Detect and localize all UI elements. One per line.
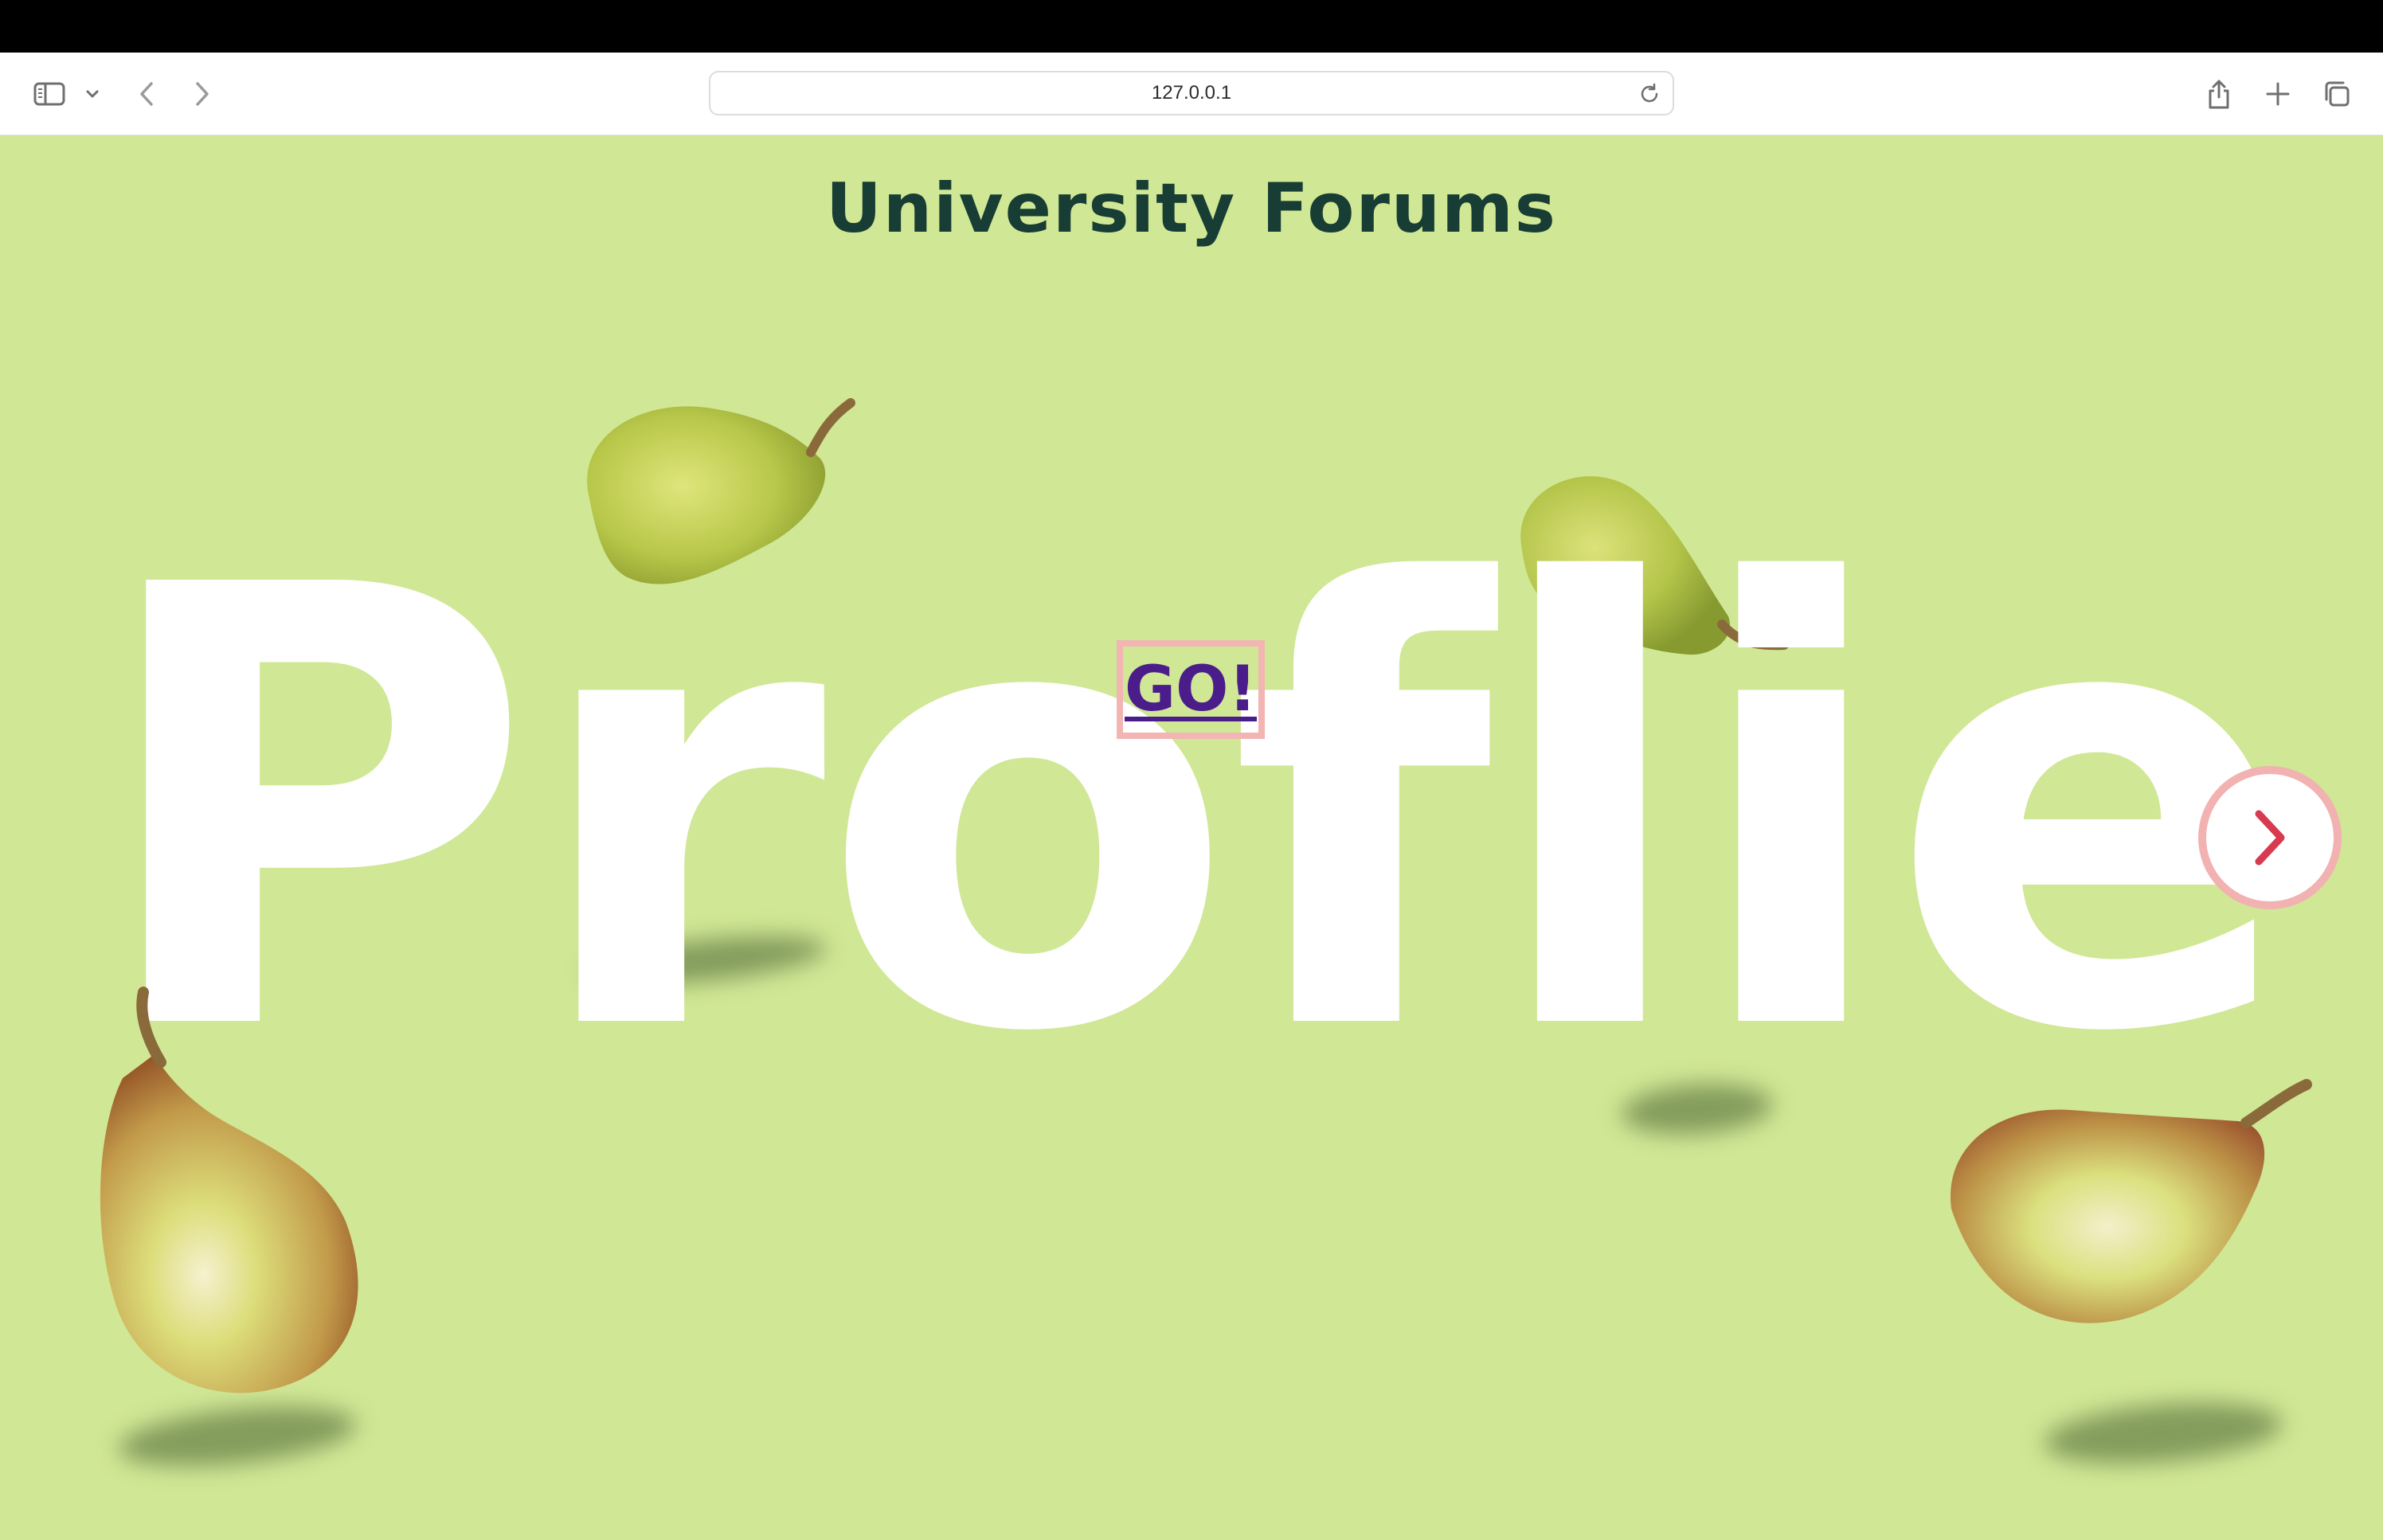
page-content: University Forums Proflie GO! xyxy=(0,135,2383,1540)
share-button[interactable] xyxy=(2203,73,2235,115)
pear-image xyxy=(1951,1079,2312,1323)
tab-overview-button[interactable] xyxy=(2321,73,2353,115)
sidebar-menu-button[interactable] xyxy=(81,73,104,115)
sidebar-icon xyxy=(33,82,65,106)
back-button[interactable] xyxy=(131,73,162,115)
chevron-down-icon xyxy=(86,90,99,98)
new-tab-button[interactable] xyxy=(2262,73,2294,115)
next-slide-button[interactable] xyxy=(2198,766,2342,909)
back-icon xyxy=(140,82,153,106)
reload-icon xyxy=(1641,83,1658,103)
browser-toolbar: 127.0.0.1 xyxy=(0,53,2383,135)
go-link[interactable]: GO! xyxy=(1117,640,1265,739)
pear-shadow xyxy=(2041,1394,2285,1472)
system-menu-bar xyxy=(0,0,2383,53)
chevron-right-icon xyxy=(2255,810,2285,866)
sidebar-toggle-button[interactable] xyxy=(32,73,67,115)
url-text: 127.0.0.1 xyxy=(1151,82,1232,104)
site-title: University Forums xyxy=(826,169,1557,248)
forward-icon xyxy=(196,82,209,106)
pear-image xyxy=(100,987,358,1393)
address-bar[interactable]: 127.0.0.1 xyxy=(709,71,1674,115)
reload-button[interactable] xyxy=(1638,82,1661,106)
share-icon xyxy=(2209,80,2229,109)
tabs-overview-icon xyxy=(2325,81,2350,107)
forward-button[interactable] xyxy=(186,73,218,115)
new-tab-icon xyxy=(2266,82,2290,106)
